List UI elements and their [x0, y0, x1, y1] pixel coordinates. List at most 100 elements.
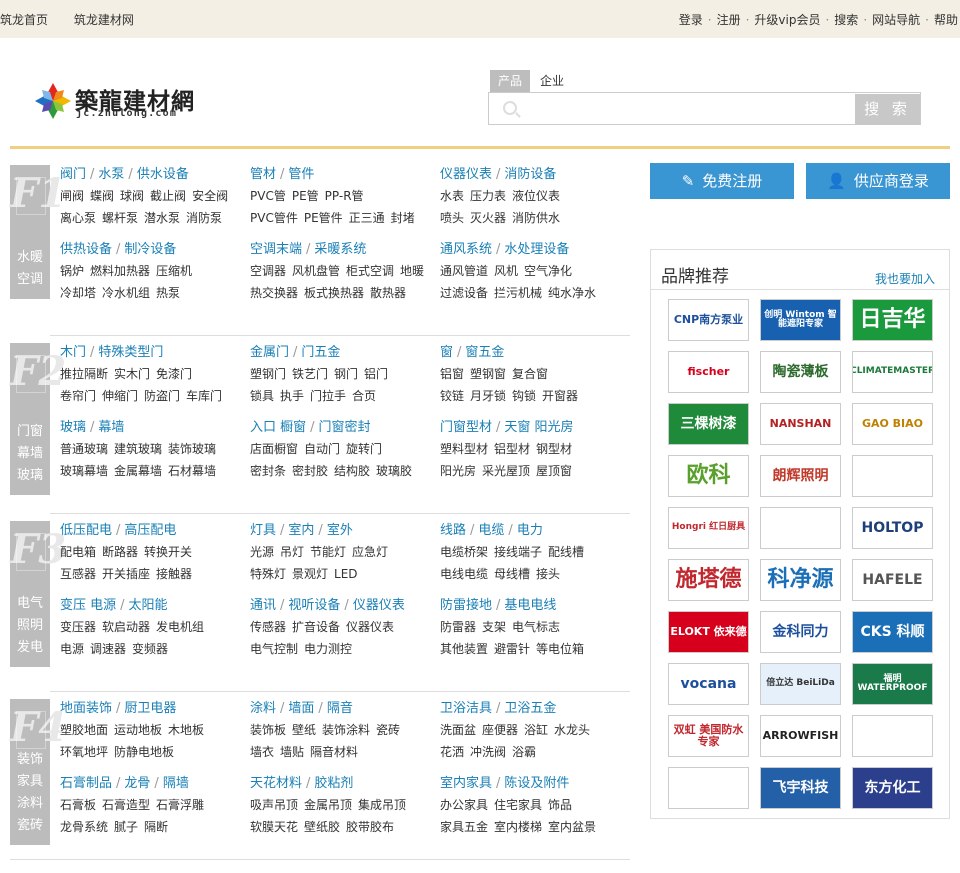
category-link[interactable]: 仪器仪表	[353, 598, 405, 613]
subcategory-link[interactable]: 节能灯	[310, 545, 346, 559]
subcategory-link[interactable]: 风机盘管	[292, 264, 340, 278]
category-link[interactable]: 通讯	[250, 598, 276, 613]
brand-logo[interactable]: 倍立达 BeiLiDa	[760, 663, 841, 705]
subcategory-link[interactable]: 柜式空调	[346, 264, 394, 278]
subcategory-link[interactable]: 闸阀	[60, 189, 84, 203]
category-link[interactable]: 低压配电	[60, 523, 112, 538]
category-link[interactable]: 特殊类型门	[98, 345, 163, 360]
brand-logo[interactable]: GAO BIAO	[852, 403, 933, 445]
subcategory-link[interactable]: 配线槽	[548, 545, 584, 559]
subcategory-link[interactable]: 电线电缆	[440, 567, 488, 581]
subcategory-link[interactable]: 装饰板	[250, 723, 286, 737]
subcategory-link[interactable]: 免漆门	[156, 367, 192, 381]
category-link[interactable]: 室内	[288, 523, 314, 538]
subcategory-link[interactable]: 木地板	[168, 723, 204, 737]
brand-logo[interactable]	[852, 715, 933, 757]
subcategory-link[interactable]: 接触器	[156, 567, 192, 581]
brand-logo[interactable]: ARROWFISH	[760, 715, 841, 757]
register-link[interactable]: 注册	[717, 13, 741, 27]
category-link[interactable]: 幕墙	[98, 420, 124, 435]
subcategory-link[interactable]: 冷水机组	[102, 286, 150, 300]
category-link[interactable]: 卫浴五金	[504, 701, 556, 716]
subcategory-link[interactable]: 避雷针	[494, 642, 530, 656]
tab-product[interactable]: 产品	[490, 70, 530, 92]
category-link[interactable]: 水处理设备	[504, 242, 569, 257]
subcategory-link[interactable]: 车库门	[186, 389, 222, 403]
category-link[interactable]: 空调末端	[250, 242, 302, 257]
subcategory-link[interactable]: 地暖	[400, 264, 424, 278]
subcategory-link[interactable]: 拦污机械	[494, 286, 542, 300]
subcategory-link[interactable]: 变压器	[60, 620, 96, 634]
category-link[interactable]: 石膏制品	[60, 776, 112, 791]
subcategory-link[interactable]: 水龙头	[554, 723, 590, 737]
jc-link[interactable]: 筑龙建材网	[74, 13, 134, 27]
subcategory-link[interactable]: 消防泵	[186, 211, 222, 225]
brand-logo[interactable]: 创明 Wintom 智能遮阳专家	[760, 299, 841, 341]
subcategory-link[interactable]: 板式换热器	[304, 286, 364, 300]
category-link[interactable]: 消防设备	[504, 167, 556, 182]
subcategory-link[interactable]: 风机	[494, 264, 518, 278]
subcategory-link[interactable]: 金属吊顶	[304, 798, 352, 812]
subcategory-link[interactable]: 仪器仪表	[346, 620, 394, 634]
subcategory-link[interactable]: 转换开关	[144, 545, 192, 559]
supplier-login-button[interactable]: 👤 供应商登录	[806, 163, 950, 199]
subcategory-link[interactable]: 燃料加热器	[90, 264, 150, 278]
subcategory-link[interactable]: PE管	[292, 189, 319, 203]
subcategory-link[interactable]: 钢门	[334, 367, 358, 381]
subcategory-link[interactable]: 采光屋顶	[482, 464, 530, 478]
category-link[interactable]: 天窗 阳光房	[504, 420, 573, 435]
category-link[interactable]: 太阳能	[129, 598, 168, 613]
subcategory-link[interactable]: 月牙锁	[470, 389, 506, 403]
login-link[interactable]: 登录	[679, 13, 703, 27]
category-link[interactable]: 室外	[327, 523, 353, 538]
subcategory-link[interactable]: 塑胶地面	[60, 723, 108, 737]
subcategory-link[interactable]: 室内盆景	[548, 820, 596, 834]
subcategory-link[interactable]: 发电机组	[156, 620, 204, 634]
subcategory-link[interactable]: 防雷器	[440, 620, 476, 634]
category-link[interactable]: 金属门	[250, 345, 289, 360]
category-link[interactable]: 厨卫电器	[124, 701, 176, 716]
subcategory-link[interactable]: 装饰涂料	[322, 723, 370, 737]
subcategory-link[interactable]: 蝶阀	[90, 189, 114, 203]
subcategory-link[interactable]: 软启动器	[102, 620, 150, 634]
subcategory-link[interactable]: LED	[334, 567, 358, 581]
subcategory-link[interactable]: 喷头	[440, 211, 464, 225]
category-link[interactable]: 胶粘剂	[314, 776, 353, 791]
help-link[interactable]: 帮助	[934, 13, 958, 27]
category-link[interactable]: 墙面	[288, 701, 314, 716]
category-link[interactable]: 窗	[440, 345, 453, 360]
subcategory-link[interactable]: 电缆桥架	[440, 545, 488, 559]
subcategory-link[interactable]: 办公家具	[440, 798, 488, 812]
subcategory-link[interactable]: 石膏浮雕	[156, 798, 204, 812]
subcategory-link[interactable]: PE管件	[304, 211, 343, 225]
subcategory-link[interactable]: 塑钢门	[250, 367, 286, 381]
subcategory-link[interactable]: 互感器	[60, 567, 96, 581]
category-link[interactable]: 门五金	[301, 345, 340, 360]
subcategory-link[interactable]: 等电位箱	[536, 642, 584, 656]
brand-logo[interactable]: 双虹 美国防水专家	[668, 715, 749, 757]
category-link[interactable]: 门窗密封	[319, 420, 371, 435]
subcategory-link[interactable]: 铰链	[440, 389, 464, 403]
subcategory-link[interactable]: 支架	[482, 620, 506, 634]
subcategory-link[interactable]: 离心泵	[60, 211, 96, 225]
subcategory-link[interactable]: 胶带胶布	[346, 820, 394, 834]
subcategory-link[interactable]: 空气净化	[524, 264, 572, 278]
subcategory-link[interactable]: PVC管件	[250, 211, 298, 225]
category-link[interactable]: 仪器仪表	[440, 167, 492, 182]
subcategory-link[interactable]: 接线端子	[494, 545, 542, 559]
category-link[interactable]: 高压配电	[124, 523, 176, 538]
brand-logo[interactable]: HOLTOP	[852, 507, 933, 549]
subcategory-link[interactable]: 防盗门	[144, 389, 180, 403]
subcategory-link[interactable]: 吊灯	[280, 545, 304, 559]
subcategory-link[interactable]: 壁纸	[292, 723, 316, 737]
category-link[interactable]: 隔墙	[163, 776, 189, 791]
subcategory-link[interactable]: 集成吊顶	[358, 798, 406, 812]
subcategory-link[interactable]: 开窗器	[542, 389, 578, 403]
category-link[interactable]: 灯具	[250, 523, 276, 538]
subcategory-link[interactable]: 花洒	[440, 745, 464, 759]
home-link[interactable]: 筑龙首页	[0, 13, 48, 27]
subcategory-link[interactable]: 压力表	[470, 189, 506, 203]
category-link[interactable]: 供热设备	[60, 242, 112, 257]
subcategory-link[interactable]: 扩音设备	[292, 620, 340, 634]
subcategory-link[interactable]: 隔音材料	[310, 745, 358, 759]
